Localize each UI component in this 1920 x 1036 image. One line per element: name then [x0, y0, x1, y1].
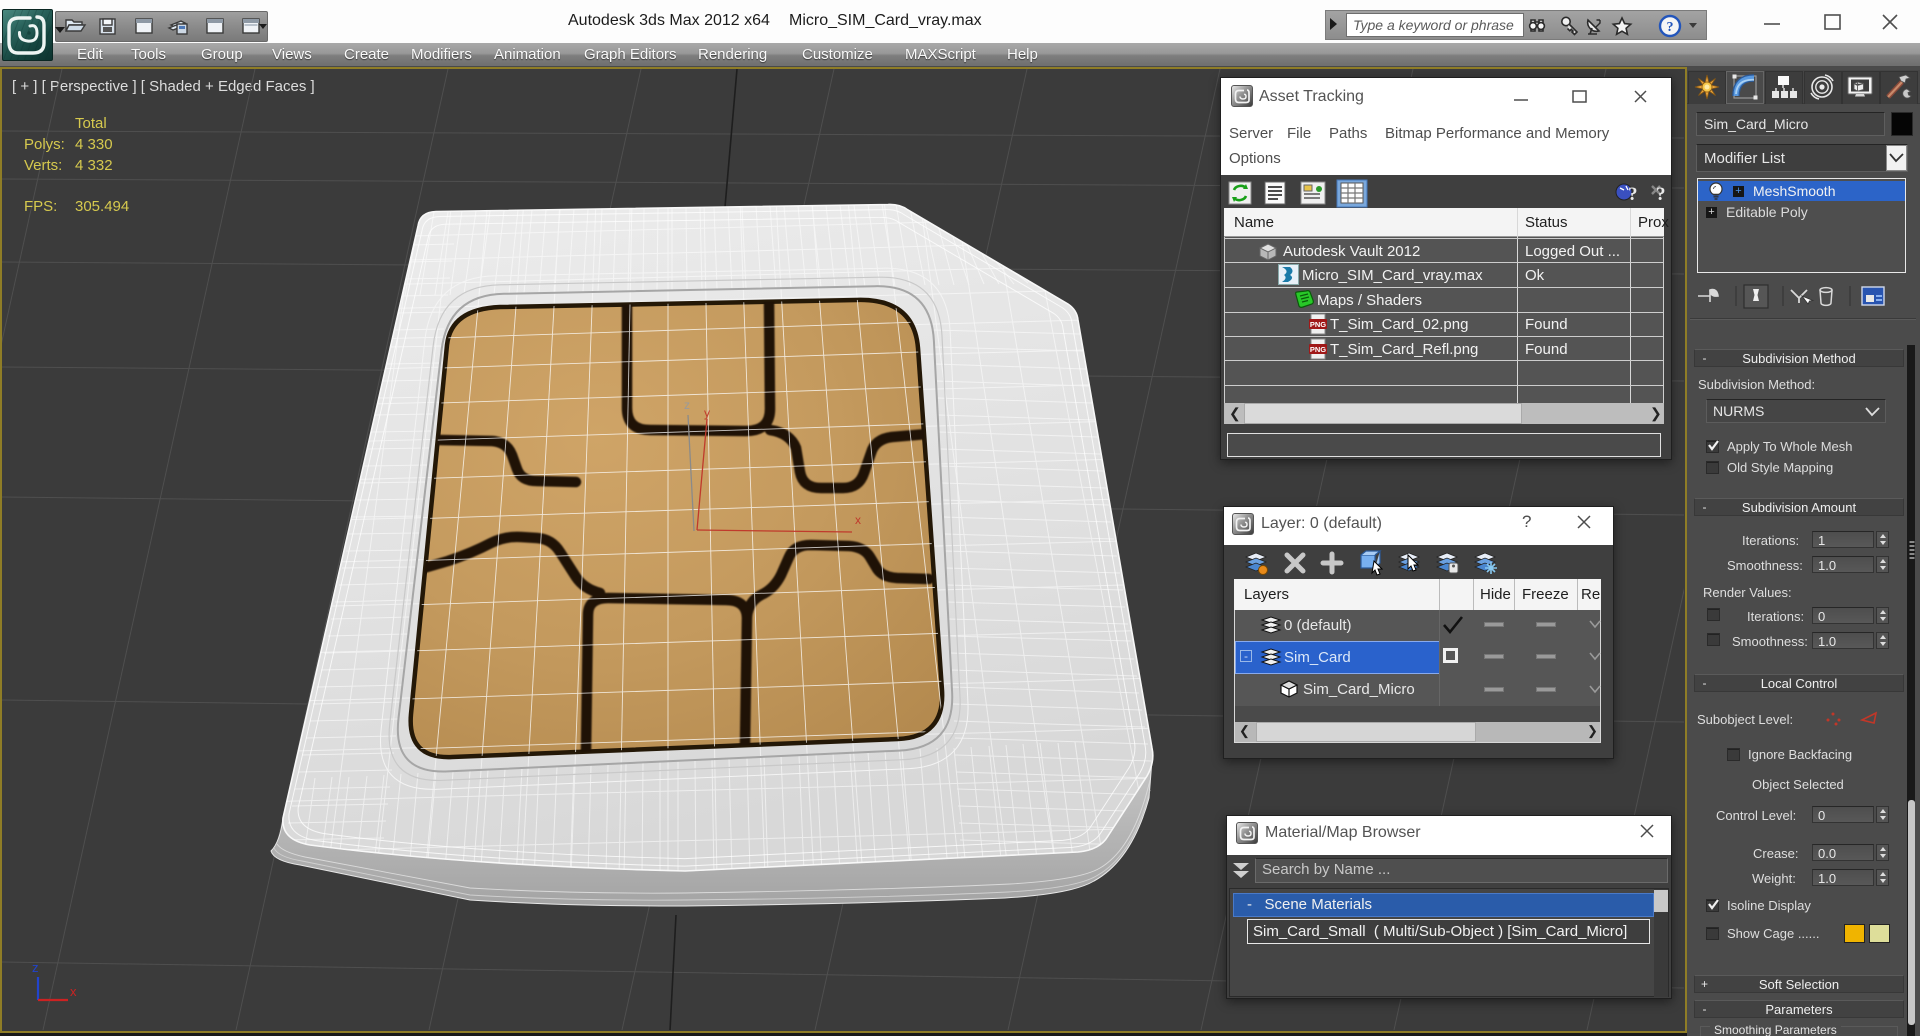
svg-text:y: y: [704, 406, 710, 420]
svg-text:PNG: PNG: [1310, 320, 1326, 329]
svg-text:x: x: [855, 513, 861, 527]
svg-text:z: z: [32, 960, 39, 975]
svg-text:?: ?: [1656, 184, 1666, 205]
svg-text:?: ?: [1628, 184, 1638, 205]
svg-text:x: x: [70, 984, 77, 999]
svg-text:PNG: PNG: [1310, 345, 1326, 354]
svg-text:?: ?: [1667, 20, 1674, 35]
svg-text:z: z: [684, 398, 690, 412]
